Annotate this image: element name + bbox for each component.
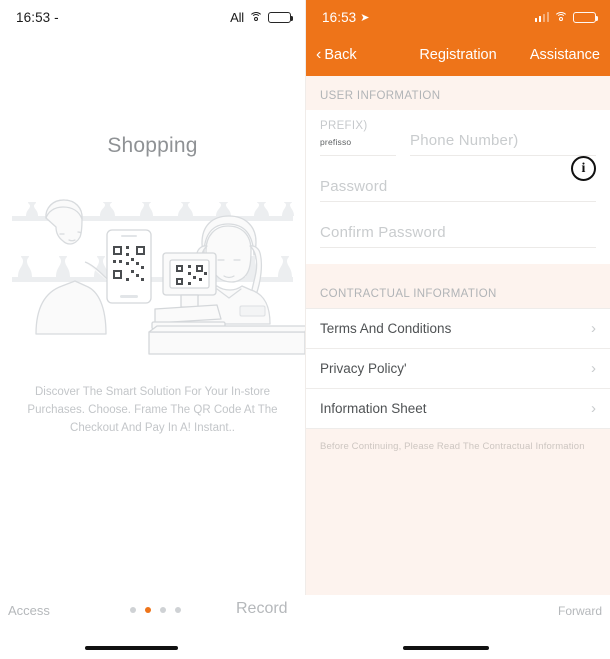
phone-row: prefisso Phone Number): [320, 132, 596, 156]
confirm-password-input[interactable]: Confirm Password: [320, 224, 596, 248]
list-item-privacy-policy[interactable]: Privacy Policy' ›: [306, 349, 610, 389]
status-time: 16:53 -: [16, 9, 59, 25]
user-information-form: PREFIX) prefisso Phone Number) Password …: [306, 110, 610, 264]
contract-note: Before Continuing, Please Read The Contr…: [306, 429, 610, 452]
home-indicator-right[interactable]: [403, 646, 489, 650]
wifi-icon: [554, 11, 568, 23]
user-information-header: USER INFORMATION: [306, 76, 610, 110]
contractual-information-header: CONTRACTUAL INFORMATION: [306, 282, 610, 308]
page-description: Discover The Smart Solution For Your In-…: [27, 386, 278, 434]
prefix-input[interactable]: prefisso: [320, 137, 396, 156]
right-status-bar: 16:53 ➤: [306, 0, 610, 34]
page-dot-active[interactable]: [145, 607, 151, 613]
page-indicator-dots: [130, 607, 181, 613]
phone-number-placeholder: Phone Number): [410, 132, 519, 149]
contract-note-fill: [306, 452, 610, 595]
status-indicators: [534, 11, 599, 23]
left-status-bar: 16:53 - All: [0, 0, 305, 34]
battery-icon: [268, 11, 294, 23]
status-time: 16:53: [322, 9, 357, 25]
chevron-right-icon: ›: [591, 320, 596, 337]
wifi-icon: [249, 11, 263, 23]
signal-bars-icon: [534, 12, 549, 22]
list-item-terms-and-conditions[interactable]: Terms And Conditions ›: [306, 308, 610, 349]
page-title: Shopping: [107, 134, 198, 157]
chevron-right-icon: ›: [591, 400, 596, 417]
carrier-label: All: [230, 9, 244, 25]
home-indicator-left[interactable]: [85, 646, 178, 650]
prefix-input-value: prefisso: [320, 137, 352, 147]
page-dot[interactable]: [175, 607, 181, 613]
section-divider: [306, 264, 610, 282]
prefix-label: PREFIX): [320, 120, 368, 132]
location-arrow-icon: ➤: [360, 11, 370, 24]
list-item-label: Terms And Conditions: [320, 321, 452, 336]
list-item-label: Privacy Policy': [320, 361, 407, 376]
navigation-bar: ‹ Back Registration Assistance: [306, 34, 610, 76]
assistance-button[interactable]: Assistance: [530, 47, 600, 63]
contract-list: Terms And Conditions › Privacy Policy' ›…: [306, 308, 610, 429]
battery-icon: [573, 11, 599, 23]
back-button[interactable]: ‹ Back: [316, 46, 357, 64]
status-indicators: All: [230, 9, 294, 25]
back-button-label: Back: [324, 47, 357, 63]
left-screen: 16:53 - All Shopping Discover The Smart …: [0, 0, 305, 659]
chevron-left-icon: ‹: [316, 46, 322, 63]
chevron-right-icon: ›: [591, 360, 596, 377]
right-screen: 16:53 ➤ ‹ Back Registration Assistance U…: [305, 0, 610, 659]
confirm-password-placeholder: Confirm Password: [320, 224, 446, 241]
password-placeholder: Password: [320, 178, 388, 195]
page-dot[interactable]: [130, 607, 136, 613]
page-dot[interactable]: [160, 607, 166, 613]
navbar-title: Registration: [419, 47, 497, 63]
qr-checkout-illustration: [0, 194, 305, 362]
phone-number-input[interactable]: Phone Number): [410, 132, 596, 156]
password-input[interactable]: Password i: [320, 156, 596, 202]
record-button[interactable]: Record: [236, 600, 288, 618]
info-icon[interactable]: i: [571, 156, 596, 181]
bottom-bar: Access Record Forward: [0, 595, 610, 659]
forward-button[interactable]: Forward: [558, 604, 602, 618]
list-item-information-sheet[interactable]: Information Sheet ›: [306, 389, 610, 429]
access-button[interactable]: Access: [8, 603, 50, 618]
list-item-label: Information Sheet: [320, 401, 427, 416]
dual-screen-container: 16:53 - All Shopping Discover The Smart …: [0, 0, 610, 659]
